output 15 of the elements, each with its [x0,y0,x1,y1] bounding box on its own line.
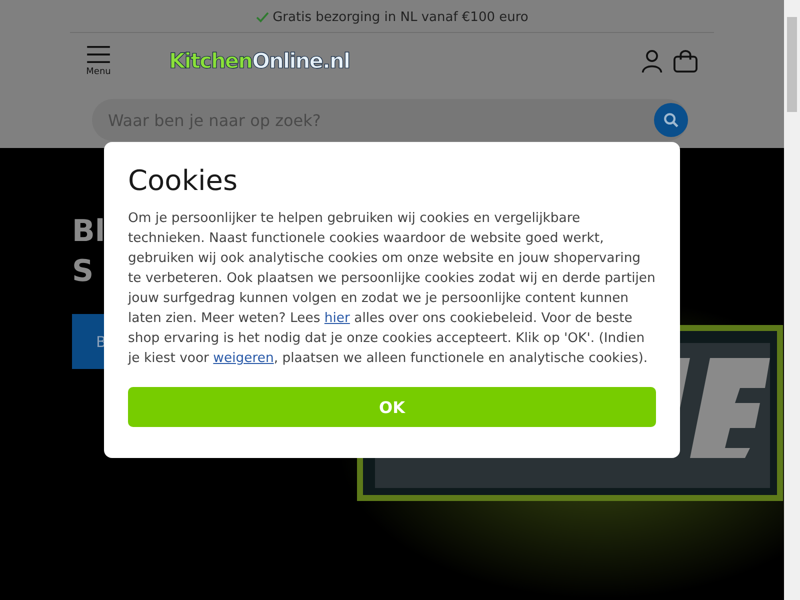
dialog-title: Cookies [128,164,239,197]
user-icon[interactable] [641,48,663,74]
hero-title: Bl [72,213,106,251]
shipping-notice: Gratis bezorging in NL vanaf €100 euro [272,10,528,24]
logo[interactable]: KitchenOnline.nl [169,49,350,73]
link[interactable]: weigeren [213,351,274,366]
hero-title: S [72,253,95,291]
cookie-text: Om je persoonlijker te helpen gebruiken wij cookies en vergelijkbare technieken. Naast functionele cookies waardoor de website goed werkt, gebruiken wij ook analytische cookies om onze website en jouw shopervaring te verbeteren. Ook plaatsen we persoonlijke cookies zodat wij en derde partijen jouw surfgedrag kunnen volgen en zodat we je persoonlijke content kunnen laten zien. Meer weten? Lees hier alles over ons cookiebeleid. Voor de beste shop ervaring is het nodig dat je onze cookies accepteert. Klik op 'OK'. (Indien je kiest voor weigeren, plaatsen we alleen functionele en analytische cookies). [128,210,656,368]
checkmark-icon [256,12,269,22]
search-icon [662,112,680,128]
scrollbar[interactable] [784,0,800,600]
link[interactable]: hier [324,311,350,326]
menu-button[interactable]: Menu [86,45,111,77]
shopping-bag-icon[interactable] [673,50,698,72]
search-button[interactable] [654,103,688,137]
